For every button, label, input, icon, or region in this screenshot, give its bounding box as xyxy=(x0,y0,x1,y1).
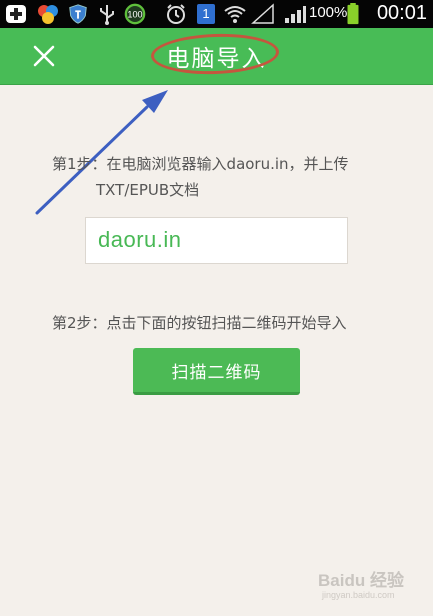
battery-icon xyxy=(347,3,359,25)
annotation-arrow xyxy=(35,90,168,215)
step1-line2: TXT/EPUB文档 xyxy=(96,181,200,199)
battery-percent: 100% xyxy=(309,4,348,21)
step1-instruction: 第1步：在电脑浏览器输入daoru.in，并上传 TXT/EPUB文档 xyxy=(52,151,397,203)
clock-time: 00:01 xyxy=(376,2,427,24)
signal-empty-icon xyxy=(251,3,274,24)
scan-qr-button[interactable]: 扫描二维码 xyxy=(133,348,300,395)
baidu-watermark: Baidu 经验 xyxy=(318,571,404,590)
status-bar: 100 1 100% 00:01 xyxy=(0,0,433,28)
notification-badge-icon: 1 xyxy=(197,4,215,24)
alarm-clock-icon xyxy=(167,4,185,24)
color-app-icon xyxy=(38,5,58,24)
wifi-icon xyxy=(224,6,246,23)
usb-icon xyxy=(100,5,114,25)
app-header: 电脑导入 xyxy=(0,28,433,84)
download-progress-icon: 100 xyxy=(124,3,146,25)
url-text: daoru.in xyxy=(98,227,182,252)
baidu-watermark-url: jingyan.baidu.com xyxy=(322,590,395,600)
url-display-box: daoru.in xyxy=(85,217,348,264)
add-notification-icon xyxy=(6,5,26,23)
step2-instruction: 第2步：点击下面的按钮扫描二维码开始导入 xyxy=(52,314,347,332)
step1-line1: 第1步：在电脑浏览器输入daoru.in，并上传 xyxy=(52,155,349,173)
svg-text:100: 100 xyxy=(127,10,142,20)
signal-strength-icon xyxy=(285,6,306,23)
shield-icon xyxy=(69,4,87,24)
